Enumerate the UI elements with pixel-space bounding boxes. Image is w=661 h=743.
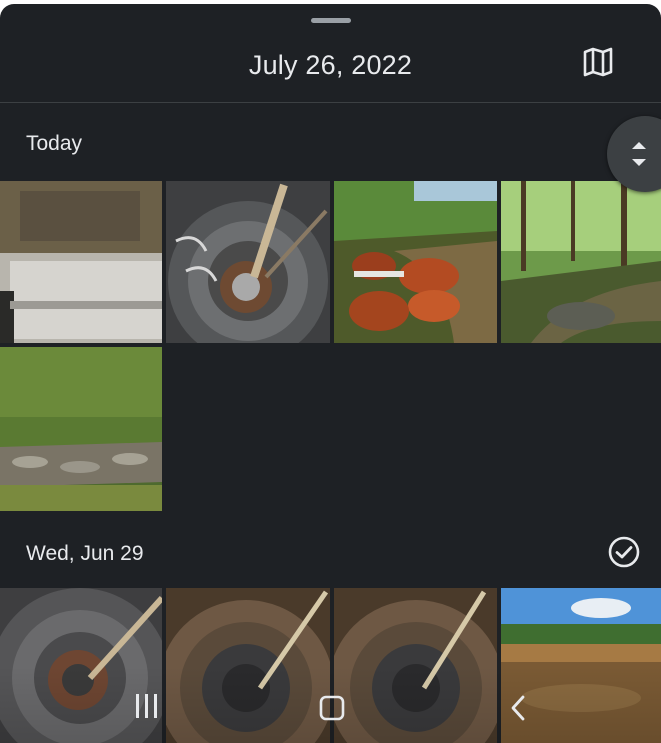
photo-image bbox=[334, 181, 497, 343]
photo-thumbnail[interactable] bbox=[0, 347, 162, 511]
photo-thumbnail[interactable] bbox=[0, 181, 162, 343]
photo-image bbox=[166, 181, 330, 343]
header-divider bbox=[0, 102, 661, 103]
section-label-jun-29: Wed, Jun 29 bbox=[26, 542, 144, 565]
photo-image bbox=[0, 181, 162, 343]
photo-thumbnail[interactable] bbox=[166, 181, 330, 343]
drag-handle[interactable] bbox=[311, 18, 351, 23]
map-button[interactable] bbox=[580, 44, 616, 80]
map-icon bbox=[583, 47, 613, 77]
section-label-today: Today bbox=[26, 132, 83, 155]
check-circle-icon bbox=[608, 536, 640, 568]
recents-icon[interactable] bbox=[134, 694, 160, 718]
photo-sheet: July 26, 2022 Today Wed, Jun 29 bbox=[0, 4, 661, 743]
system-navigation-bar bbox=[0, 666, 661, 743]
scroll-arrows-icon bbox=[632, 142, 646, 166]
back-icon[interactable] bbox=[508, 694, 528, 722]
photo-image bbox=[0, 347, 162, 511]
photo-thumbnail[interactable] bbox=[334, 181, 497, 343]
page-title: July 26, 2022 bbox=[248, 50, 413, 80]
photo-thumbnail[interactable] bbox=[501, 181, 661, 343]
home-icon[interactable] bbox=[318, 694, 346, 722]
photo-image bbox=[501, 181, 661, 343]
select-section-button[interactable] bbox=[606, 534, 642, 570]
